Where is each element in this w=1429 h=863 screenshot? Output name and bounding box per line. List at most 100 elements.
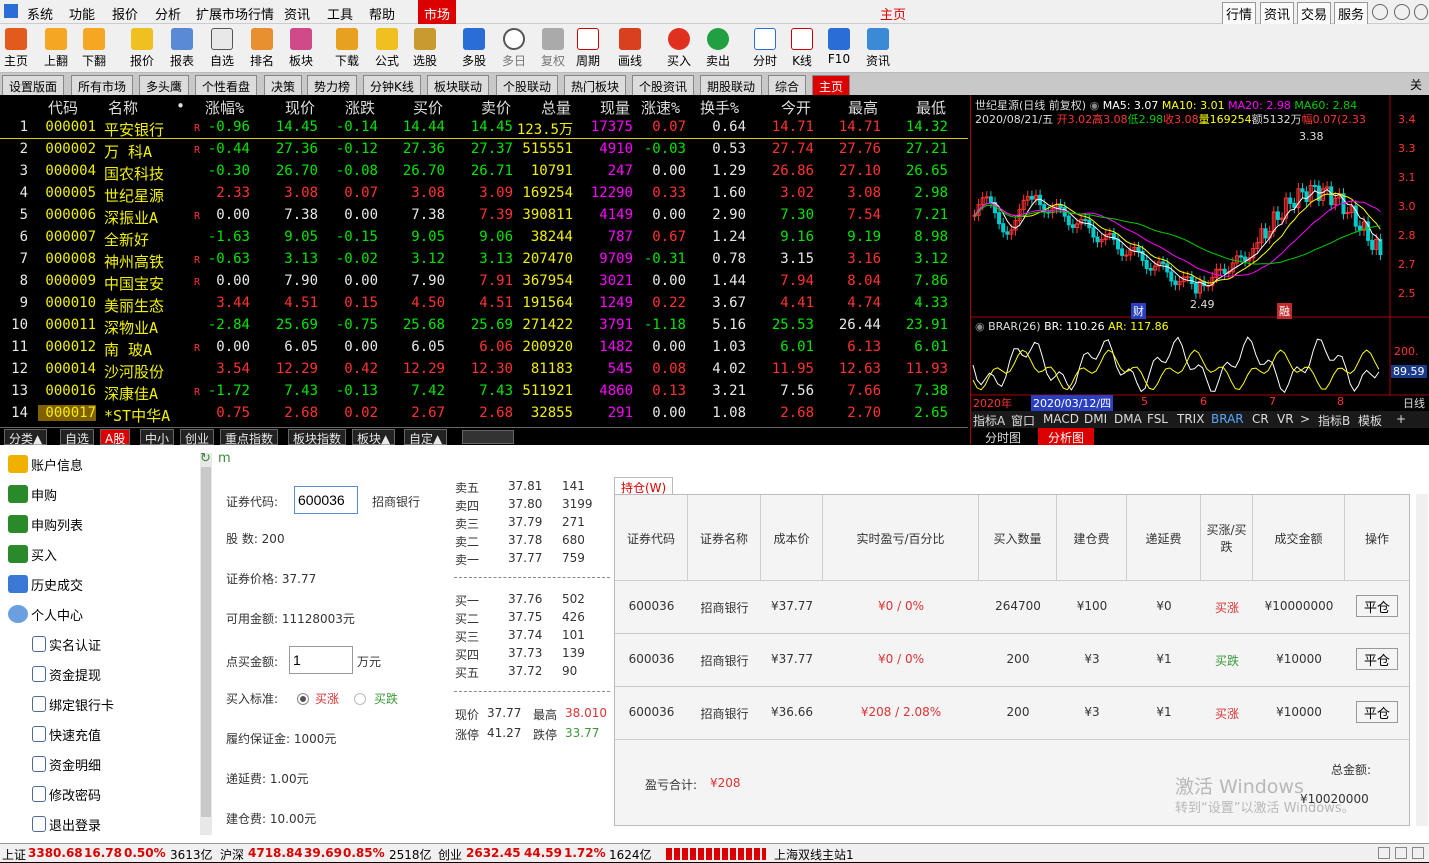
tab-home[interactable]: 主页 <box>812 75 851 95</box>
col-high[interactable]: 最高 <box>848 97 878 118</box>
quick-news-button[interactable]: 资讯 <box>1260 2 1295 25</box>
quick-quote-button[interactable]: 行情 <box>1222 2 1257 25</box>
formula-button[interactable]: 公式 <box>367 26 407 70</box>
buy-up-radio[interactable] <box>297 693 309 705</box>
refresh-icon[interactable]: ↻ <box>200 451 211 466</box>
table-row[interactable]: 3 000004 国农科技 -0.30 26.70 -0.08 26.70 26.71 1079… <box>0 161 968 183</box>
tab-template[interactable]: 模板 <box>1358 412 1382 429</box>
multi-day-button[interactable]: 多日 <box>494 26 534 70</box>
tab-cr[interactable]: CR <box>1252 412 1269 426</box>
tab-composite[interactable]: 综合 <box>768 75 807 95</box>
tab-dmi[interactable]: DMI <box>1084 412 1107 426</box>
kline-button[interactable]: K线 <box>782 26 822 70</box>
watchlist-button[interactable]: 自选 <box>202 26 242 70</box>
close-icon[interactable] <box>1414 4 1428 20</box>
sidebar-item-subscribe[interactable]: 申购 <box>8 483 57 505</box>
tab-decision[interactable]: 决策 <box>264 75 303 95</box>
table-row[interactable]: 11 000012 南 玻A R 0.00 6.05 0.00 6.05 6.06 200920 1… <box>0 337 968 359</box>
tab-stock-news[interactable]: 个股资讯 <box>632 75 695 95</box>
status-icon[interactable] <box>1395 847 1407 859</box>
period-button[interactable]: 周期 <box>568 26 608 70</box>
col-code[interactable]: 代码 <box>48 97 78 118</box>
buy-down-radio[interactable] <box>354 693 366 705</box>
sidebar-item-logout[interactable]: 退出登录 <box>32 813 101 835</box>
tab-indicator-a[interactable]: 指标A <box>973 412 1005 429</box>
col-pct[interactable]: 涨幅% <box>205 97 244 118</box>
col-cur[interactable]: 现量 <box>600 97 630 118</box>
menu-analysis[interactable]: 分析 <box>155 4 181 23</box>
tab-gem[interactable]: 创业 <box>180 429 215 446</box>
tab-minute-kline[interactable]: 分钟K线 <box>363 75 421 95</box>
table-row[interactable]: 7 000008 神州高铁 R -0.63 3.13 -0.02 3.12 3.13 207470… <box>0 249 968 271</box>
table-row[interactable]: 12 000014 沙河股份 3.54 12.29 0.42 12.29 12.30 81183… <box>0 359 968 381</box>
col-name[interactable]: 名称 <box>108 97 138 118</box>
period-label[interactable]: 日线 <box>1403 395 1425 411</box>
sidebar-item-history[interactable]: 历史成交 <box>8 573 83 595</box>
quick-service-button[interactable]: 服务 <box>1334 2 1369 25</box>
tab-layout-settings[interactable]: 设置版面 <box>2 75 65 95</box>
tab-sector-link[interactable]: 板块联动 <box>427 75 490 95</box>
tab-window[interactable]: 窗口 <box>1011 412 1035 429</box>
intraday-button[interactable]: 分时 <box>745 26 785 70</box>
tab-sector[interactable]: 板块▲ <box>352 429 396 446</box>
menu-function[interactable]: 功能 <box>69 4 95 23</box>
tab-a-shares[interactable]: A股 <box>100 429 131 446</box>
page-up-button[interactable]: 上翻 <box>36 26 76 70</box>
stock-picker-button[interactable]: 选股 <box>405 26 445 70</box>
sidebar-item-subscribe-list[interactable]: 申购列表 <box>8 513 83 535</box>
table-row[interactable]: 1 000001 平安银行 R -0.96 14.45 -0.14 14.44 14.45 123… <box>0 117 968 139</box>
sidebar-item-funds-detail[interactable]: 资金明细 <box>32 753 101 775</box>
col-open[interactable]: 今开 <box>781 97 811 118</box>
menu-extended-market[interactable]: 扩展市场行情 <box>196 4 274 23</box>
multi-stock-button[interactable]: 多股 <box>454 26 494 70</box>
tab-sme[interactable]: 中小 <box>140 429 175 446</box>
tab-force-ranking[interactable]: 势力榜 <box>307 75 358 95</box>
tab-trix[interactable]: TRIX <box>1177 412 1204 426</box>
margin-marker[interactable]: 融 <box>1277 303 1292 319</box>
ranking-button[interactable]: 排名 <box>242 26 282 70</box>
news-button[interactable]: 资讯 <box>858 26 898 70</box>
sidebar-item-withdraw[interactable]: 资金提现 <box>32 663 101 685</box>
tab-brar[interactable]: BRAR <box>1211 412 1244 426</box>
sidebar-item-bind-card[interactable]: 绑定银行卡 <box>32 693 114 715</box>
sidebar-scrollbar[interactable] <box>200 453 212 835</box>
tab-all-markets[interactable]: 所有市场 <box>71 75 134 95</box>
sector-button[interactable]: 板块 <box>281 26 321 70</box>
tab-custom[interactable]: 自定▲ <box>404 429 448 446</box>
sell-button[interactable]: 卖出 <box>698 26 738 70</box>
tab-fsl[interactable]: FSL <box>1147 412 1168 426</box>
table-row[interactable]: 8 000009 中国宝安 R 0.00 7.90 0.00 7.90 7.91 367954 30… <box>0 271 968 293</box>
positions-scrollbar[interactable] <box>1416 494 1428 826</box>
page-down-button[interactable]: 下翻 <box>74 26 114 70</box>
table-row[interactable]: 4 000005 世纪星源 2.33 3.08 0.07 3.08 3.09 169254 122… <box>0 183 968 205</box>
grid-h-scrollbar[interactable] <box>462 430 514 444</box>
menu-tools[interactable]: 工具 <box>327 4 353 23</box>
menu-quote[interactable]: 报价 <box>112 4 138 23</box>
sidebar-item-change-password[interactable]: 修改密码 <box>32 783 101 805</box>
menu-help[interactable]: 帮助 <box>369 4 395 23</box>
table-row[interactable]: 10 000011 深物业A -2.84 25.69 -0.75 25.68 25.69 271… <box>0 315 968 337</box>
status-icon[interactable] <box>1412 847 1424 859</box>
tab-indicator-b[interactable]: 指标B <box>1318 412 1350 429</box>
quote-button[interactable]: 报价 <box>122 26 162 70</box>
tab-macd[interactable]: MACD <box>1043 412 1079 426</box>
col-turn[interactable]: 换手% <box>700 97 739 118</box>
quick-trade-button[interactable]: 交易 <box>1297 2 1332 25</box>
status-icon[interactable] <box>1378 847 1390 859</box>
table-row[interactable]: 9 000010 美丽生态 3.44 4.51 0.15 4.50 4.51 191564 124… <box>0 293 968 315</box>
col-price[interactable]: 现价 <box>285 97 315 118</box>
menu-news[interactable]: 资讯 <box>284 4 310 23</box>
tab-sector-index[interactable]: 板块指数 <box>288 429 347 446</box>
sidebar-item-account[interactable]: 账户信息 <box>8 453 83 475</box>
col-bid[interactable]: 买价 <box>413 97 443 118</box>
menu-market[interactable]: 市场 <box>418 0 457 24</box>
adjust-button[interactable]: 复权 <box>533 26 573 70</box>
col-low[interactable]: 最低 <box>916 97 946 118</box>
tab-intraday-chart[interactable]: 分时图 <box>985 429 1021 446</box>
tab-futures-link[interactable]: 期股联动 <box>700 75 763 95</box>
f10-button[interactable]: F10 <box>819 26 859 70</box>
close-position-button[interactable]: 平仓 <box>1356 701 1398 723</box>
draw-button[interactable]: 画线 <box>610 26 650 70</box>
tab-more[interactable]: > <box>1300 412 1310 426</box>
sidebar-item-verify[interactable]: 实名认证 <box>32 633 101 655</box>
